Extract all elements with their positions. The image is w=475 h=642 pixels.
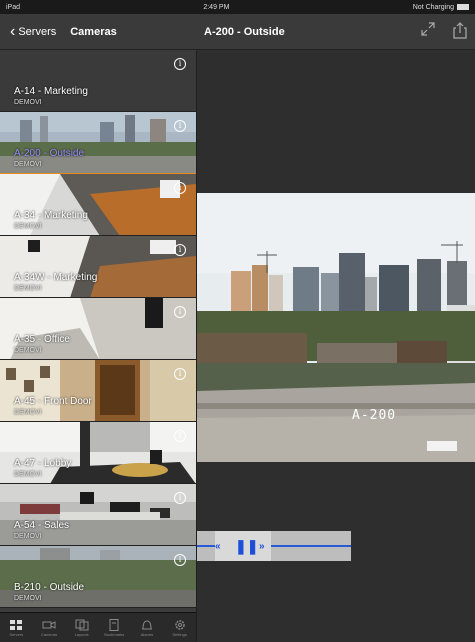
tab-alarms[interactable]: Alarms	[132, 619, 162, 637]
camera-feed-image	[197, 193, 475, 462]
status-bar: iPad 2:49 PM Not Charging	[0, 0, 475, 14]
camera-server: DEMOVI	[14, 347, 42, 354]
camera-item[interactable]: i A-45 - Front Door DEMOVI	[0, 360, 196, 422]
camera-name: A-14 - Marketing	[14, 86, 88, 97]
camera-item-selected[interactable]: i A-200 - Outside DEMOVI	[0, 112, 196, 174]
fast-forward-button[interactable]: »	[259, 541, 265, 552]
camera-name: A-45 - Front Door	[14, 396, 92, 407]
back-label: Servers	[18, 26, 57, 38]
camera-server: DEMOVI	[14, 161, 42, 168]
info-icon[interactable]: i	[174, 58, 186, 70]
tab-bookmarks[interactable]: Bookmarks	[99, 618, 129, 637]
share-icon[interactable]	[453, 22, 467, 39]
tab-label: Servers	[9, 631, 24, 637]
info-icon[interactable]: i	[174, 492, 186, 504]
alarm-icon	[141, 619, 152, 629]
camera-server: DEMOVI	[14, 99, 42, 106]
gear-icon	[174, 619, 185, 630]
tab-cameras[interactable]: Cameras	[34, 619, 64, 637]
live-video[interactable]: A-200	[197, 193, 475, 462]
video-viewer: A-200 « ❚❚ »	[197, 50, 475, 642]
camera-item[interactable]: i A-35 - Office DEMOVI	[0, 298, 196, 360]
tab-settings[interactable]: Settings	[165, 619, 195, 637]
tab-label: Alarms	[140, 631, 154, 637]
camera-list: i A-14 - Marketing DEMOVI i A-200 - Outs…	[0, 50, 196, 612]
camera-item[interactable]: i B-210 - Outside DEMOVI	[0, 546, 196, 608]
camera-server: DEMOVI	[14, 595, 42, 602]
navigation-bar: ‹ Servers Cameras A-200 - Outside	[0, 14, 475, 50]
rewind-button[interactable]: «	[215, 541, 221, 552]
layouts-icon	[75, 619, 89, 630]
back-button[interactable]: ‹ Servers	[10, 24, 56, 40]
pause-button[interactable]: ❚❚	[235, 538, 258, 555]
info-icon[interactable]: i	[174, 306, 186, 318]
battery-icon	[457, 3, 469, 10]
tab-label: Settings	[172, 631, 187, 637]
info-icon[interactable]: i	[174, 554, 186, 566]
tab-bar: Servers Cameras Layouts Bookmarks Alarms	[0, 612, 196, 642]
nav-right: A-200 - Outside	[197, 14, 475, 50]
info-icon[interactable]: i	[174, 120, 186, 132]
info-icon[interactable]: i	[174, 368, 186, 380]
camera-name: A-34 - Marketing	[14, 210, 88, 221]
tab-label: Layouts	[74, 631, 89, 637]
camera-server: DEMOVI	[14, 471, 42, 478]
camera-name: A-200 - Outside	[14, 148, 85, 159]
camera-item[interactable]: i A-47 - Lobby DEMOVI	[0, 422, 196, 484]
device-label: iPad	[6, 3, 21, 11]
camera-item[interactable]: i A-34W - Marketing DEMOVI	[0, 236, 196, 298]
camera-item[interactable]: i A-54 - Sales DEMOVI	[0, 484, 196, 546]
tab-label: Cameras	[40, 631, 58, 637]
camera-item[interactable]: i A-34 - Marketing DEMOVI	[0, 174, 196, 236]
cameras-title: Cameras	[70, 26, 117, 38]
info-icon[interactable]: i	[174, 430, 186, 442]
tab-layouts[interactable]: Layouts	[67, 619, 97, 637]
camera-server: DEMOVI	[14, 223, 42, 230]
camera-name: A-35 - Office	[14, 334, 70, 345]
camera-server: DEMOVI	[14, 409, 42, 416]
page-title: A-200 - Outside	[204, 26, 285, 38]
clock: 2:49 PM	[203, 3, 230, 11]
video-watermark: A-200	[352, 408, 397, 423]
grid-icon	[10, 619, 23, 630]
chevron-left-icon: ‹	[10, 23, 16, 40]
tab-servers[interactable]: Servers	[1, 619, 31, 637]
camera-server: DEMOVI	[14, 285, 42, 292]
camera-name: B-210 - Outside	[14, 582, 85, 593]
info-icon[interactable]: i	[174, 182, 186, 194]
tab-label: Bookmarks	[104, 631, 125, 637]
nav-actions	[421, 22, 467, 39]
info-icon[interactable]: i	[174, 244, 186, 256]
camera-name: A-34W - Marketing	[14, 272, 98, 283]
document-icon	[109, 618, 119, 631]
nav-left: ‹ Servers Cameras	[0, 14, 197, 50]
camera-icon	[42, 620, 56, 629]
expand-icon[interactable]	[421, 22, 435, 36]
battery-status: Not Charging	[413, 4, 469, 11]
camera-name: A-54 - Sales	[14, 520, 70, 531]
camera-name: A-47 - Lobby	[14, 458, 72, 469]
camera-server: DEMOVI	[14, 533, 42, 540]
playback-controls: « ❚❚ »	[197, 531, 351, 561]
camera-item[interactable]: i A-14 - Marketing DEMOVI	[0, 50, 196, 112]
